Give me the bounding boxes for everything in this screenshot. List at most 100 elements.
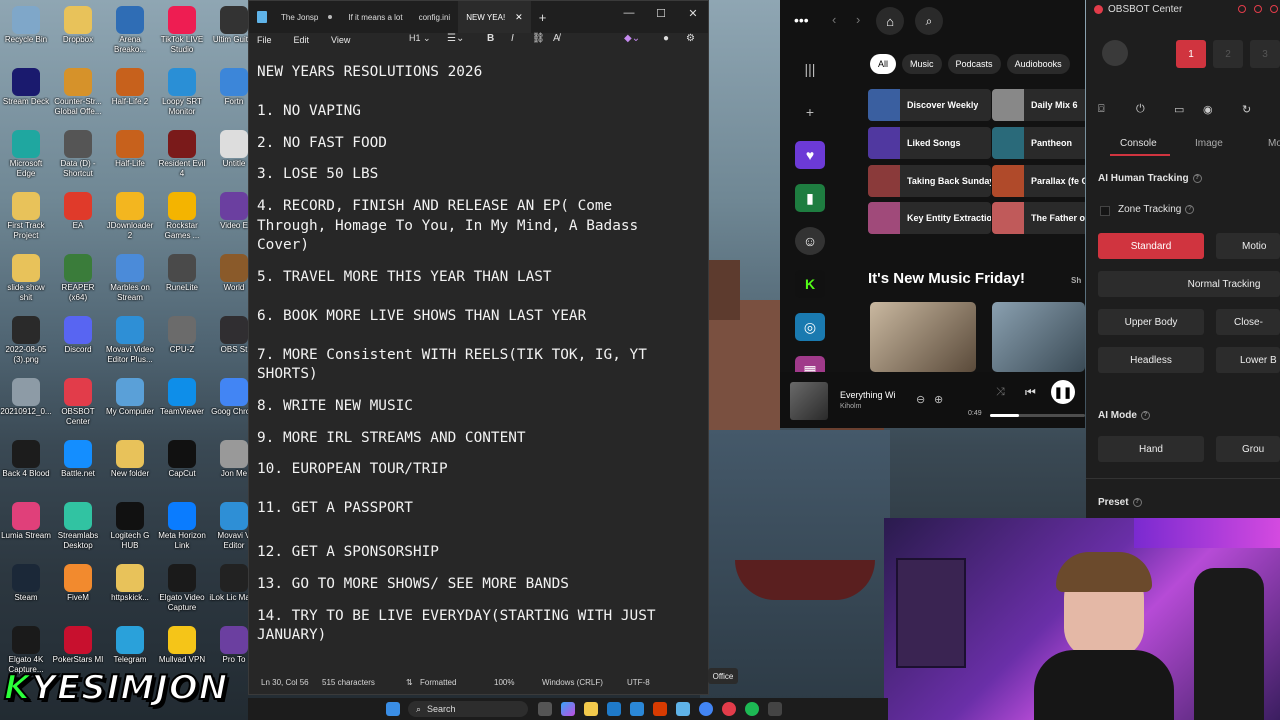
notepad-text-area[interactable]: NEW YEARS RESOLUTIONS 2026 1. NO VAPING … — [257, 61, 709, 643]
camera-slot-2[interactable]: 2 — [1213, 40, 1243, 68]
menu-view[interactable]: View — [331, 35, 350, 45]
window-control-icon[interactable] — [1254, 5, 1262, 13]
add-icon[interactable]: + — [795, 98, 825, 126]
chrome-icon[interactable] — [699, 702, 713, 716]
taskbar-search[interactable]: ⌕ Search — [408, 701, 528, 717]
kick-playlist-icon[interactable]: K — [795, 270, 825, 298]
desktop-shortcut[interactable]: slide show shit — [0, 254, 52, 316]
desktop-shortcut[interactable]: Meta Horizon Link — [156, 502, 208, 564]
mail-icon[interactable] — [630, 702, 644, 716]
now-playing-cover[interactable] — [790, 382, 828, 420]
camera-snapshot-icon[interactable]: ⌼ — [1098, 103, 1105, 116]
line-ending[interactable]: Windows (CRLF) — [542, 678, 603, 687]
obsbot-icon[interactable] — [722, 702, 736, 716]
shuffle-icon[interactable]: ⤨ — [996, 386, 1005, 399]
library-icon[interactable]: ||| — [795, 55, 825, 83]
shortcut-card[interactable]: Daily Mix 6 — [992, 89, 1085, 121]
office-icon[interactable] — [653, 702, 667, 716]
desktop-shortcut[interactable]: Resident Evil 4 — [156, 130, 208, 192]
link-icon[interactable]: ⛓ — [532, 33, 545, 47]
zone-tracking-checkbox[interactable] — [1100, 206, 1110, 216]
close-icon[interactable]: ✕ — [677, 1, 709, 25]
shortcut-card[interactable]: Pantheon — [992, 127, 1085, 159]
desktop-shortcut[interactable]: TeamViewer — [156, 378, 208, 440]
heading-dropdown[interactable]: H1 ⌄ — [409, 33, 431, 47]
help-icon[interactable]: ? — [1185, 204, 1195, 214]
tab-image[interactable]: Image — [1195, 138, 1223, 149]
normal-tracking-button[interactable]: Normal Tracking — [1098, 271, 1280, 297]
desktop-shortcut[interactable]: 2022-08-05 (3).png — [0, 316, 52, 378]
desktop-shortcut[interactable]: Stream Deck — [0, 68, 52, 130]
shortcut-card[interactable]: Parallax (fe Owane) Ra — [992, 165, 1085, 197]
desktop-shortcut[interactable]: Arena Breako... — [104, 6, 156, 68]
window-control-icon[interactable] — [1238, 5, 1246, 13]
start-menu-icon[interactable] — [386, 702, 400, 716]
desktop-shortcut[interactable]: Loopy SRT Monitor — [156, 68, 208, 130]
desktop-shortcut[interactable]: Logitech G HUB — [104, 502, 156, 564]
desktop-shortcut[interactable]: REAPER (x64) — [52, 254, 104, 316]
maximize-icon[interactable]: ☐ — [645, 1, 677, 25]
desktop-shortcut[interactable]: Marbles on Stream — [104, 254, 156, 316]
back-icon[interactable]: ‹ — [832, 12, 836, 27]
tab-more[interactable]: Mo — [1268, 138, 1280, 149]
desktop-shortcut[interactable]: Battle.net — [52, 440, 104, 502]
app-icon[interactable] — [768, 702, 782, 716]
copilot-icon[interactable]: ◆⌄ — [624, 33, 640, 47]
desktop-shortcut[interactable]: Steam — [0, 564, 52, 626]
list-icon[interactable]: ☰⌄ — [447, 33, 464, 47]
album-cover[interactable] — [992, 302, 1085, 372]
close-tab-icon[interactable]: ✕ — [515, 12, 523, 23]
desktop-shortcut[interactable]: TikTok LIVE Studio — [156, 6, 208, 68]
help-icon[interactable]: ? — [1132, 497, 1142, 507]
playlist-icon[interactable]: ◎ — [795, 313, 825, 341]
desktop-shortcut[interactable]: Elgato Video Capture — [156, 564, 208, 626]
home-icon[interactable]: ⌂ — [876, 7, 904, 35]
chip-audiobooks[interactable]: Audiobooks — [1006, 54, 1070, 74]
format-mode[interactable]: Formatted — [420, 678, 456, 687]
liked-songs-icon[interactable]: ♥ — [795, 141, 825, 169]
italic-icon[interactable]: I — [511, 33, 514, 47]
bold-icon[interactable]: B — [487, 33, 494, 47]
desktop-shortcut[interactable]: EA — [52, 192, 104, 254]
encoding[interactable]: UTF-8 — [627, 678, 650, 687]
desktop-shortcut[interactable]: Discord — [52, 316, 104, 378]
tab-console[interactable]: Console — [1120, 138, 1157, 149]
close-up-button[interactable]: Close- — [1216, 309, 1280, 335]
remove-icon[interactable]: ⊖ — [916, 393, 925, 406]
desktop-shortcut[interactable]: Microsoft Edge — [0, 130, 52, 192]
artist-avatar-icon[interactable]: ☺ — [795, 227, 825, 255]
shortcut-card[interactable]: Discover Weekly — [868, 89, 991, 121]
headless-button[interactable]: Headless — [1098, 347, 1204, 373]
chip-all[interactable]: All — [870, 54, 897, 74]
motion-mode-button[interactable]: Motio — [1216, 233, 1280, 259]
desktop-shortcut[interactable]: Movavi Video Editor Plus... — [104, 316, 156, 378]
menu-file[interactable]: File — [257, 35, 272, 45]
saved-episodes-icon[interactable]: ▮ — [795, 184, 825, 212]
desktop-shortcut[interactable]: My Computer — [104, 378, 156, 440]
add-to-playlist-icon[interactable]: ⊕ — [934, 393, 943, 406]
desktop-shortcut[interactable]: CapCut — [156, 440, 208, 502]
track-artist[interactable]: Kiholm — [840, 403, 861, 410]
account-icon[interactable]: ● — [663, 33, 669, 47]
desktop-shortcut[interactable]: Lumia Stream — [0, 502, 52, 564]
chip-podcasts[interactable]: Podcasts — [947, 54, 1001, 74]
shortcut-card[interactable]: Liked Songs — [868, 127, 991, 159]
show-all-link[interactable]: Sh — [1071, 276, 1081, 285]
group-mode-button[interactable]: Grou — [1216, 436, 1280, 462]
store-icon[interactable] — [607, 702, 621, 716]
track-title[interactable]: Everything Wi — [840, 390, 896, 400]
help-icon[interactable]: ? — [1192, 173, 1202, 183]
playback-progress-bar[interactable] — [990, 414, 1085, 417]
chip-music[interactable]: Music — [902, 54, 942, 74]
spotify-icon[interactable] — [745, 702, 759, 716]
pause-button[interactable]: ❚❚ — [1051, 380, 1075, 404]
notepad-icon[interactable] — [676, 702, 690, 716]
copilot-icon[interactable] — [561, 702, 575, 716]
zoom-level[interactable]: 100% — [494, 678, 514, 687]
desktop-shortcut[interactable]: RuneLite — [156, 254, 208, 316]
device-avatar-icon[interactable] — [1102, 40, 1128, 66]
desktop-shortcut[interactable]: Recycle Bin — [0, 6, 52, 68]
new-tab-icon[interactable]: + — [539, 10, 547, 25]
minimize-icon[interactable]: — — [613, 1, 645, 25]
desktop-shortcut[interactable]: FiveM — [52, 564, 104, 626]
